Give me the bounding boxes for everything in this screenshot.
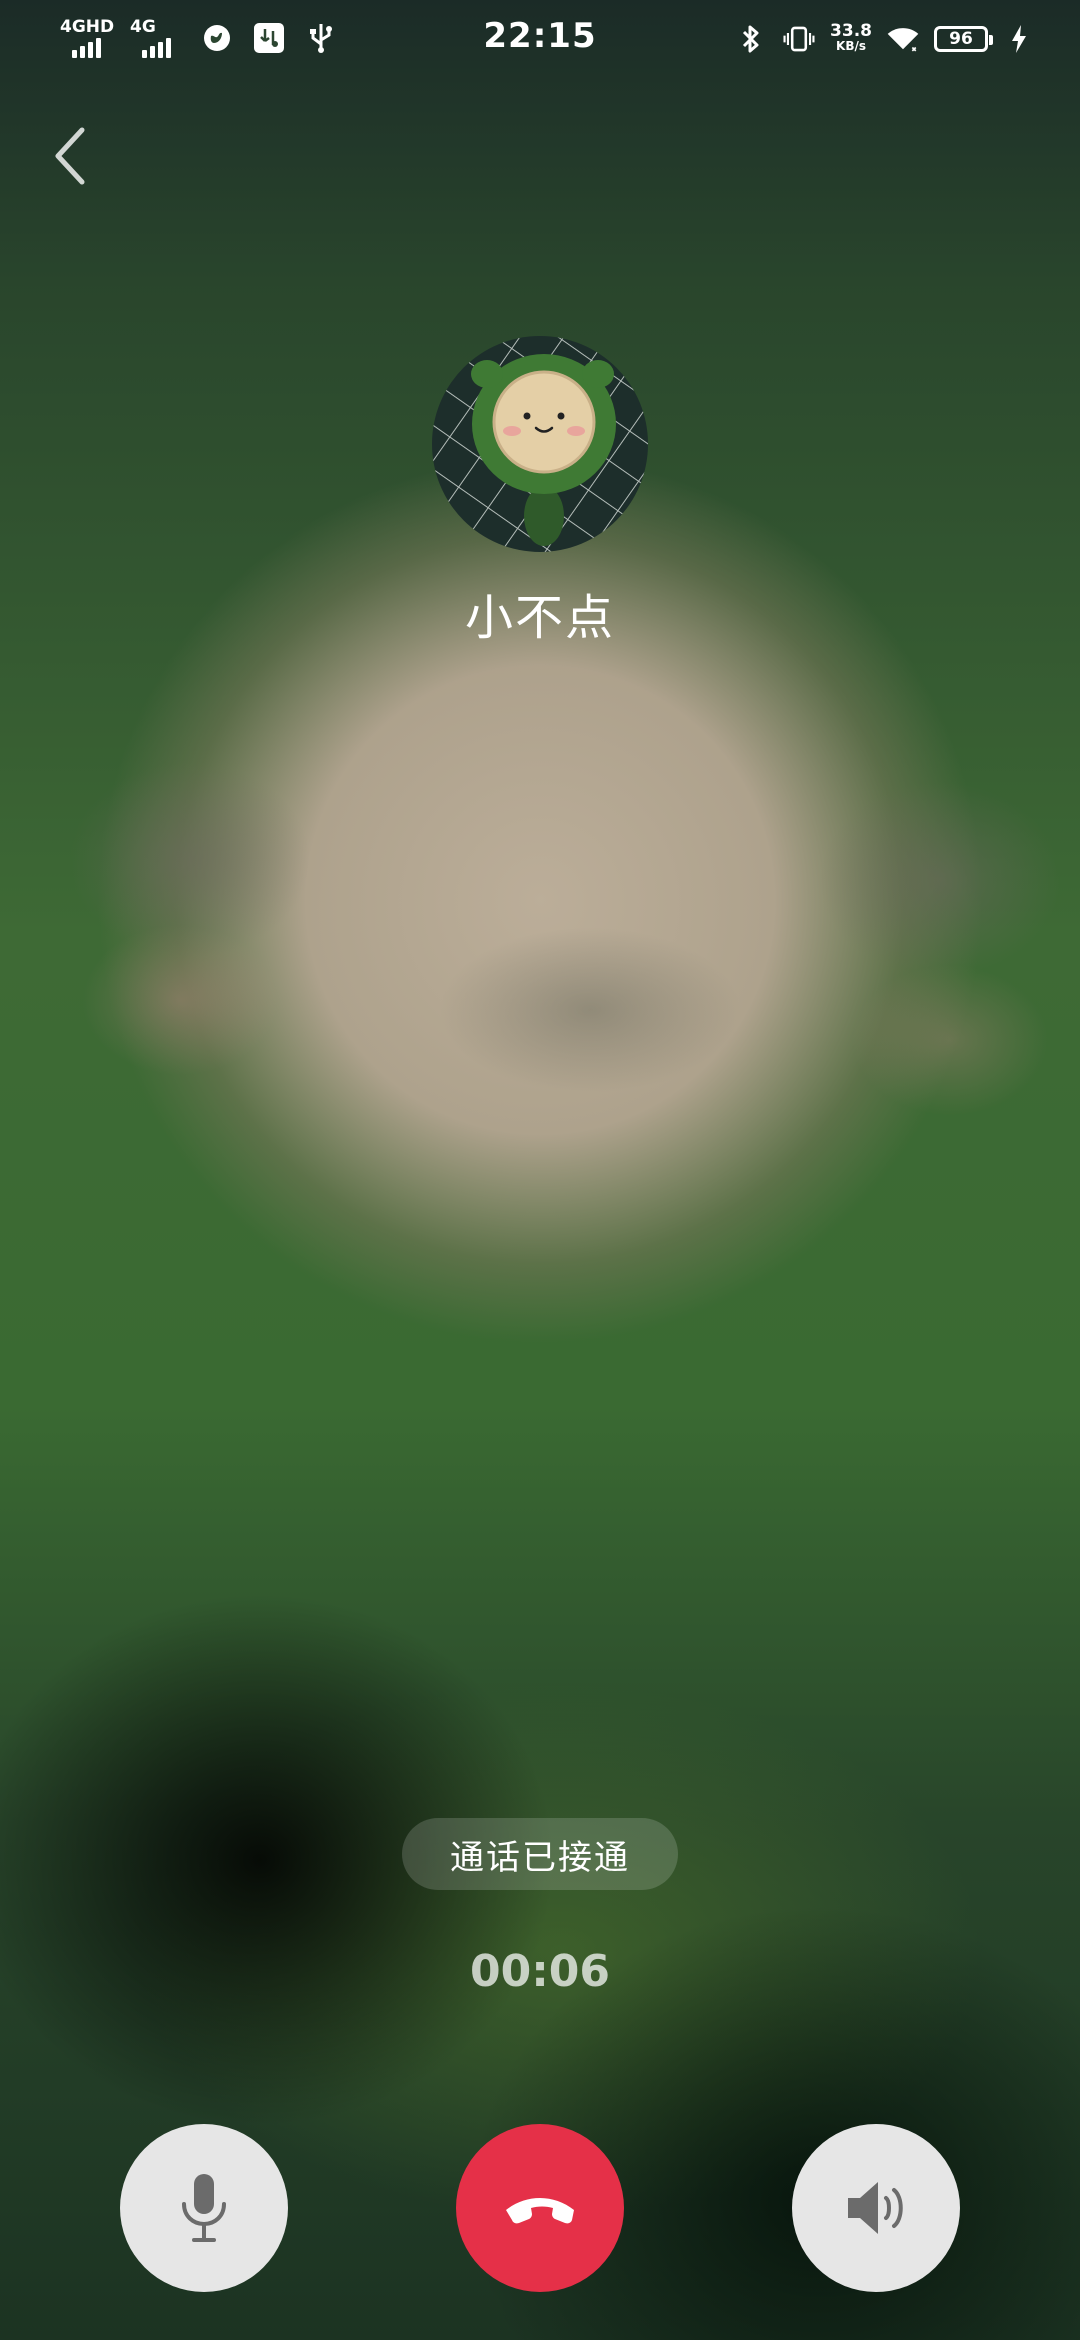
chevron-left-icon <box>55 127 85 185</box>
wifi-icon <box>886 22 920 56</box>
hang-up-icon <box>506 2198 574 2224</box>
voice-call-screen: 4GHD 4G 22:15 33.8 KB/s 96 小不点 通话已接通 00:… <box>0 0 1080 2340</box>
charging-icon <box>1002 22 1036 56</box>
mute-button[interactable] <box>120 2124 288 2292</box>
call-duration: 00:06 <box>469 1946 611 1997</box>
call-status-text: 通话已接通 <box>450 1837 630 1878</box>
status-right-icons: 33.8 KB/s 96 <box>734 22 1036 56</box>
bluetooth-icon <box>734 22 768 56</box>
microphone-icon <box>182 2174 226 2242</box>
back-button[interactable] <box>44 120 96 192</box>
network-speed-value: 33.8 <box>830 21 872 41</box>
status-bar: 4GHD 4G 22:15 33.8 KB/s 96 <box>0 0 1080 84</box>
battery-icon: 96 <box>934 26 993 52</box>
call-status-badge: 通话已接通 <box>402 1818 678 1890</box>
speaker-icon <box>848 2182 903 2234</box>
hang-up-button[interactable] <box>456 2124 624 2292</box>
vibrate-icon <box>782 22 816 56</box>
network-speed-unit: KB/s <box>836 39 867 53</box>
caller-name: 小不点 <box>464 590 615 646</box>
network-speed: 33.8 KB/s <box>830 21 872 54</box>
caller-avatar <box>432 336 648 552</box>
battery-level: 96 <box>949 29 973 49</box>
speaker-button[interactable] <box>792 2124 960 2292</box>
